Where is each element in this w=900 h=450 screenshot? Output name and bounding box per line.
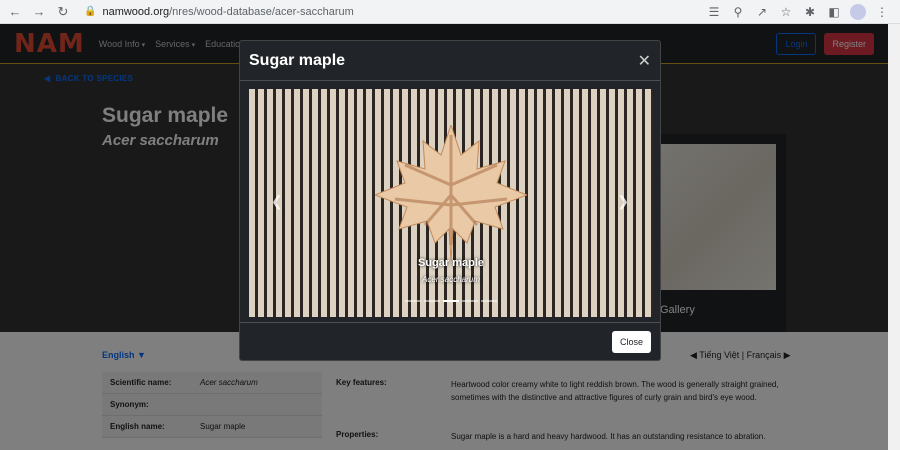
carousel-indicators bbox=[249, 300, 653, 302]
page-scrollbar[interactable] bbox=[888, 24, 900, 450]
close-button[interactable]: Close bbox=[611, 331, 651, 353]
carousel-indicator[interactable] bbox=[443, 300, 459, 302]
carousel-caption-subtitle: Acer saccharum bbox=[422, 275, 480, 284]
carousel-indicator[interactable] bbox=[462, 300, 478, 302]
forward-arrow-icon[interactable]: → bbox=[30, 3, 48, 21]
browser-toolbar: ← → ↻ 🔒 namwood.org/nres/wood-database/a… bbox=[0, 0, 900, 24]
menu-kebab-icon[interactable]: ⋮ bbox=[874, 5, 890, 19]
url-host: namwood.org bbox=[102, 5, 170, 18]
close-icon[interactable]: ✕ bbox=[638, 51, 651, 71]
url-path: /nres/wood-database/acer-saccharum bbox=[169, 5, 354, 18]
bookmark-star-icon[interactable]: ☆ bbox=[778, 5, 794, 19]
carousel-indicator[interactable] bbox=[424, 300, 440, 302]
image-carousel[interactable]: ❮ ❯ Sugar maple Acer saccharum bbox=[249, 89, 653, 317]
modal-footer: Close bbox=[240, 322, 660, 360]
carousel-indicator[interactable] bbox=[405, 300, 421, 302]
image-modal: Sugar maple ✕ ❮ ❯ Sugar maple Acer sacch… bbox=[239, 40, 661, 361]
lock-icon: 🔒 bbox=[84, 6, 97, 17]
address-bar[interactable]: 🔒 namwood.org/nres/wood-database/acer-sa… bbox=[78, 2, 706, 22]
sidebar-icon[interactable]: ◧ bbox=[826, 5, 842, 19]
zoom-icon[interactable]: ⚲ bbox=[730, 5, 746, 19]
carousel-prev-icon[interactable]: ❮ bbox=[271, 193, 283, 210]
reload-icon[interactable]: ↻ bbox=[54, 3, 72, 21]
modal-header: Sugar maple ✕ bbox=[240, 41, 660, 81]
maple-leaf-inlay-image bbox=[375, 125, 527, 261]
profile-avatar-icon[interactable] bbox=[850, 3, 866, 20]
share-icon[interactable]: ↗ bbox=[754, 5, 770, 19]
back-arrow-icon[interactable]: ← bbox=[6, 3, 24, 21]
translate-icon[interactable]: ☰ bbox=[706, 5, 722, 19]
carousel-caption-title: Sugar maple bbox=[417, 257, 485, 269]
extensions-icon[interactable]: ✱ bbox=[802, 5, 818, 19]
carousel-indicator[interactable] bbox=[481, 300, 497, 302]
carousel-next-icon[interactable]: ❯ bbox=[617, 193, 629, 210]
modal-title: Sugar maple bbox=[249, 51, 346, 69]
